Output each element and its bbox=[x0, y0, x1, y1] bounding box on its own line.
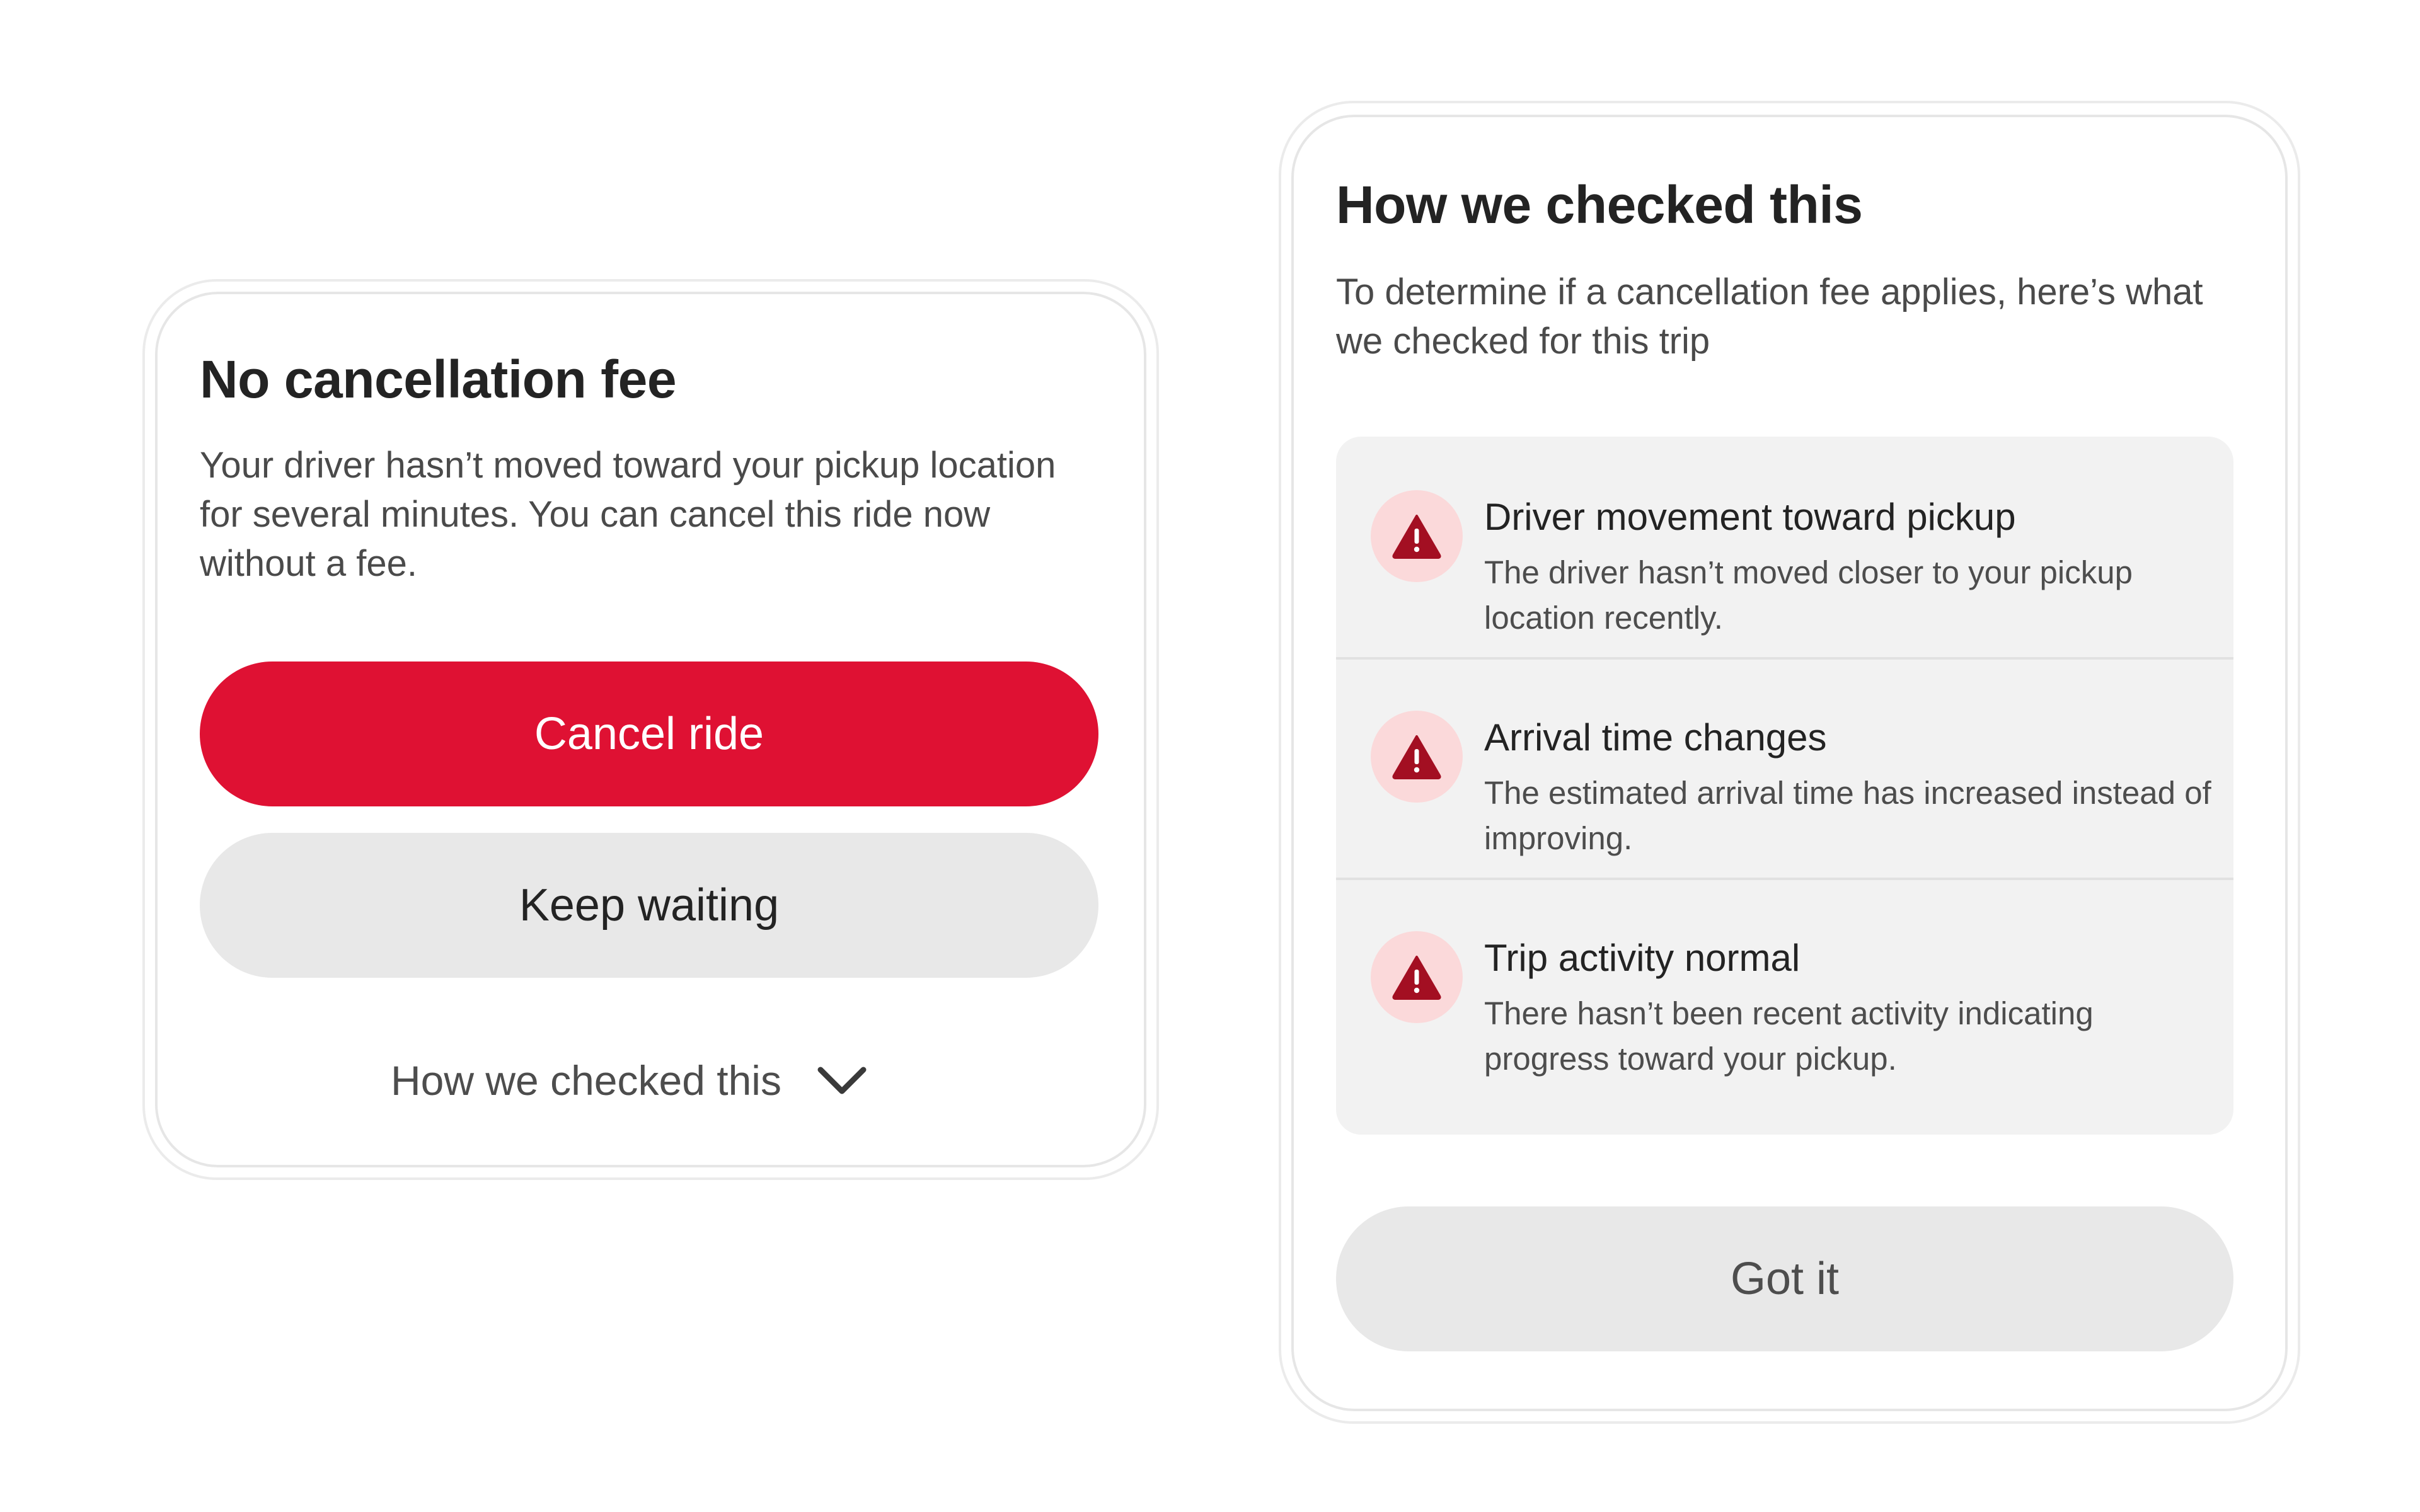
warning-badge bbox=[1371, 711, 1463, 803]
check-description: There hasn’t been recent activity indica… bbox=[1484, 995, 2094, 1077]
check-title: Driver movement toward pickup bbox=[1484, 496, 2016, 538]
keep-waiting-button[interactable]: Keep waiting bbox=[200, 833, 1098, 978]
checks-list: Driver movement toward pickup The driver… bbox=[1336, 437, 2233, 1135]
check-item-arrival-time: Arrival time changes The estimated arriv… bbox=[1336, 657, 2233, 878]
keep-waiting-label: Keep waiting bbox=[519, 880, 780, 931]
check-title: Trip activity normal bbox=[1484, 937, 1801, 979]
how-we-checked-description: To determine if a cancellation fee appli… bbox=[1336, 272, 2203, 362]
cancel-ride-label: Cancel ride bbox=[534, 709, 764, 759]
how-we-checked-title: How we checked this bbox=[1336, 175, 1863, 234]
warning-badge bbox=[1371, 490, 1463, 582]
warning-badge bbox=[1371, 931, 1463, 1023]
no-fee-description: Your driver hasn’t moved toward your pic… bbox=[200, 445, 1056, 584]
check-item-trip-activity: Trip activity normal There hasn’t been r… bbox=[1336, 878, 2233, 1135]
screen: No cancellation fee Your driver hasn’t m… bbox=[0, 0, 2420, 1512]
chevron-down-icon bbox=[817, 1067, 867, 1094]
check-title: Arrival time changes bbox=[1484, 716, 1827, 759]
got-it-label: Got it bbox=[1730, 1254, 1840, 1304]
how-we-checked-label: How we checked this bbox=[391, 1057, 781, 1104]
got-it-button[interactable]: Got it bbox=[1336, 1206, 2233, 1351]
warning-icon bbox=[1392, 515, 1441, 559]
check-description: The estimated arrival time has increased… bbox=[1484, 775, 2211, 856]
check-item-driver-movement: Driver movement toward pickup The driver… bbox=[1336, 437, 2233, 657]
warning-icon bbox=[1392, 735, 1441, 779]
how-we-checked-toggle[interactable]: How we checked this bbox=[391, 1046, 867, 1115]
no-fee-title: No cancellation fee bbox=[200, 350, 677, 409]
check-description: The driver hasn’t moved closer to your p… bbox=[1484, 554, 2133, 636]
warning-icon bbox=[1392, 956, 1441, 1000]
cancel-ride-button[interactable]: Cancel ride bbox=[200, 662, 1098, 806]
